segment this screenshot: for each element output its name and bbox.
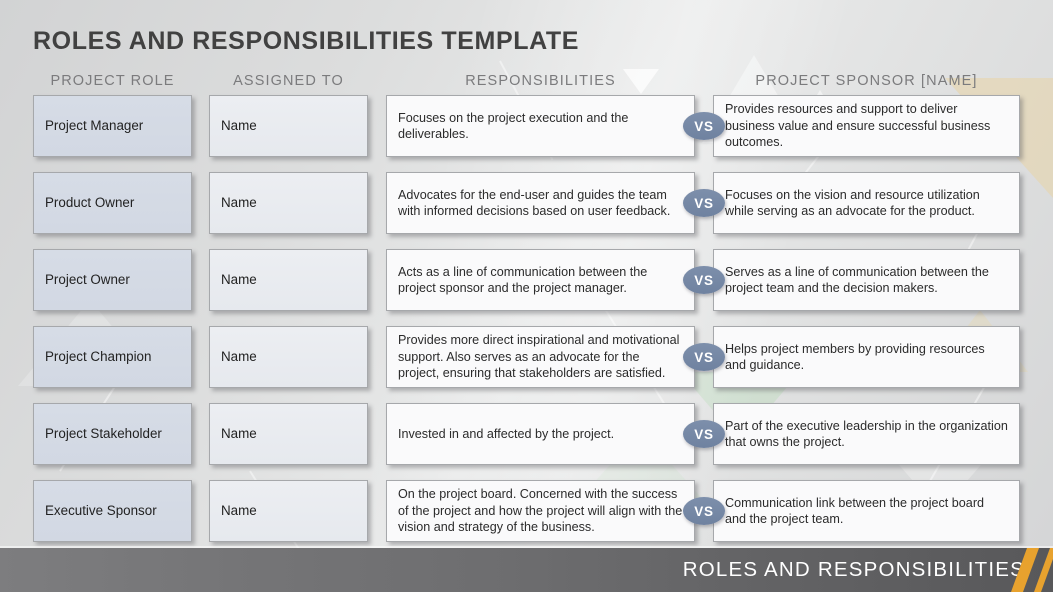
table-row: Executive Sponsor Name On the project boar… <box>0 480 1053 542</box>
sponsor-cell-text: Helps project members by providing resou… <box>725 341 985 372</box>
assigned-to-cell-text: Name <box>221 349 257 365</box>
roles-grid: Project Manager Name Focuses on the projec… <box>0 0 1053 548</box>
table-row: Project Manager Name Focuses on the projec… <box>0 95 1053 157</box>
responsibilities-cell[interactable]: Focuses on the project execution and the… <box>386 95 695 157</box>
role-cell[interactable]: Project Champion <box>33 326 192 388</box>
sponsor-cell[interactable]: Part of the executive leadership in the … <box>713 403 1020 465</box>
role-cell-text: Executive Sponsor <box>45 503 157 519</box>
assigned-to-cell-text: Name <box>221 426 257 442</box>
assigned-to-cell[interactable]: Name <box>209 403 368 465</box>
responsibilities-cell[interactable]: Provides more direct inspirational and m… <box>386 326 695 388</box>
responsibilities-cell-text: Advocates for the end-user and guides th… <box>398 187 671 218</box>
sponsor-cell-text: Provides resources and support to delive… <box>725 102 991 150</box>
responsibilities-cell[interactable]: Invested in and affected by the project. <box>386 403 695 465</box>
role-cell[interactable]: Project Owner <box>33 249 192 311</box>
vs-badge: VS <box>683 343 725 371</box>
role-cell-text: Project Manager <box>45 118 144 134</box>
role-cell[interactable]: Product Owner <box>33 172 192 234</box>
table-row: Project Champion Name Provides more direct… <box>0 326 1053 388</box>
table-row: Project Stakeholder Name Invested in and a… <box>0 403 1053 465</box>
footer-label: ROLES AND RESPONSIBILITIES <box>682 558 1025 581</box>
role-cell-text: Product Owner <box>45 195 135 211</box>
role-cell-text: Project Stakeholder <box>45 426 162 442</box>
sponsor-cell[interactable]: Provides resources and support to delive… <box>713 95 1020 157</box>
sponsor-cell[interactable]: Focuses on the vision and resource utili… <box>713 172 1020 234</box>
footer-bar: ROLES AND RESPONSIBILITIES <box>0 548 1053 592</box>
sponsor-cell[interactable]: Serves as a line of communication betwee… <box>713 249 1020 311</box>
assigned-to-cell[interactable]: Name <box>209 95 368 157</box>
role-cell[interactable]: Project Stakeholder <box>33 403 192 465</box>
assigned-to-cell[interactable]: Name <box>209 172 368 234</box>
sponsor-cell[interactable]: Helps project members by providing resou… <box>713 326 1020 388</box>
vs-badge: VS <box>683 189 725 217</box>
assigned-to-cell-text: Name <box>221 195 257 211</box>
role-cell-text: Project Champion <box>45 349 152 365</box>
assigned-to-cell-text: Name <box>221 272 257 288</box>
role-cell[interactable]: Project Manager <box>33 95 192 157</box>
sponsor-cell-text: Part of the executive leadership in the … <box>725 418 1008 449</box>
vs-badge: VS <box>683 420 725 448</box>
sponsor-cell[interactable]: Communication link between the project b… <box>713 480 1020 542</box>
sponsor-cell-text: Focuses on the vision and resource utili… <box>725 187 980 218</box>
responsibilities-cell-text: Provides more direct inspirational and m… <box>398 333 680 381</box>
responsibilities-cell[interactable]: Acts as a line of communication between … <box>386 249 695 311</box>
vs-badge: VS <box>683 266 725 294</box>
assigned-to-cell-text: Name <box>221 118 257 134</box>
sponsor-cell-text: Serves as a line of communication betwee… <box>725 264 989 295</box>
responsibilities-cell-text: Focuses on the project execution and the… <box>398 110 629 141</box>
assigned-to-cell[interactable]: Name <box>209 249 368 311</box>
sponsor-cell-text: Communication link between the project b… <box>725 495 985 526</box>
responsibilities-cell-text: Acts as a line of communication between … <box>398 264 648 295</box>
role-cell[interactable]: Executive Sponsor <box>33 480 192 542</box>
slide-canvas: ROLES AND RESPONSIBILITIES TEMPLATE PROJ… <box>0 0 1053 592</box>
vs-badge: VS <box>683 497 725 525</box>
role-cell-text: Project Owner <box>45 272 130 288</box>
table-row: Project Owner Name Acts as a line of commu… <box>0 249 1053 311</box>
responsibilities-cell-text: On the project board. Concerned with the… <box>398 487 683 535</box>
table-row: Product Owner Name Advocates for the end-u… <box>0 172 1053 234</box>
responsibilities-cell-text: Invested in and affected by the project. <box>398 426 615 441</box>
responsibilities-cell[interactable]: On the project board. Concerned with the… <box>386 480 695 542</box>
assigned-to-cell-text: Name <box>221 503 257 519</box>
responsibilities-cell[interactable]: Advocates for the end-user and guides th… <box>386 172 695 234</box>
assigned-to-cell[interactable]: Name <box>209 480 368 542</box>
vs-badge: VS <box>683 112 725 140</box>
assigned-to-cell[interactable]: Name <box>209 326 368 388</box>
